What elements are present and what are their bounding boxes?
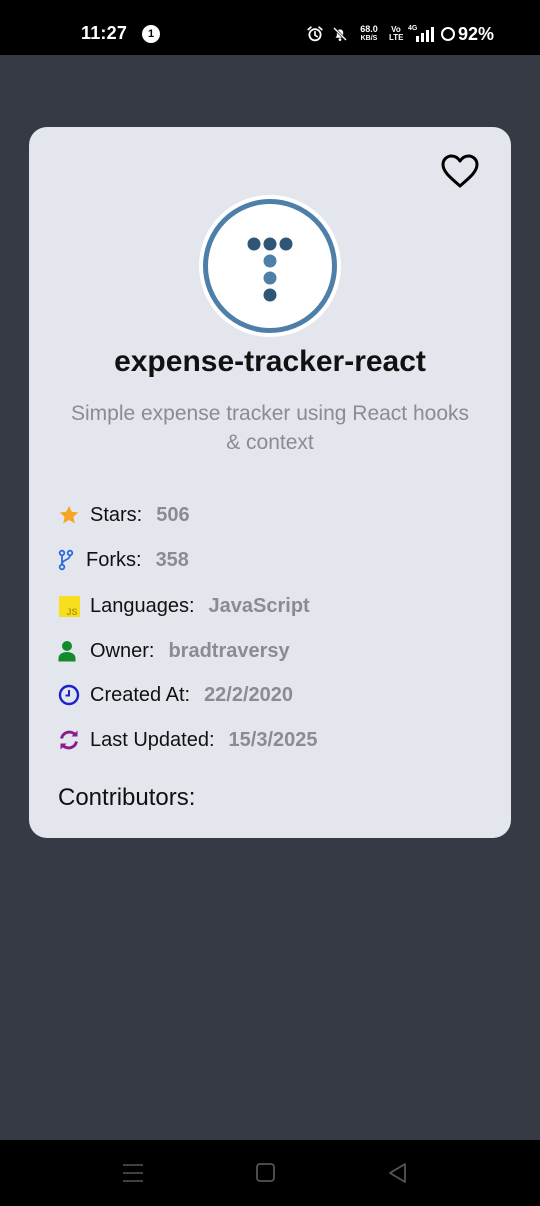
forks-value: 358 — [155, 548, 189, 571]
forks-row: Forks: 358 — [58, 545, 189, 575]
last-updated-label: Last Updated: — [90, 728, 215, 751]
javascript-icon: JS — [58, 595, 80, 617]
notification-count-badge: 1 — [142, 25, 160, 43]
languages-value: JavaScript — [208, 594, 310, 617]
stars-label: Stars: — [90, 503, 143, 526]
system-navigation-bar — [0, 1140, 540, 1206]
status-icons: 68.0 KB/S Vo LTE 4G 92% — [306, 23, 494, 45]
square-icon[interactable] — [254, 1161, 278, 1185]
status-bar: 11:27 1 68.0 KB/S Vo LTE 4G 92% — [0, 0, 540, 55]
network-speed: 68.0 KB/S — [356, 25, 382, 43]
network-type: 4G — [407, 25, 418, 32]
created-at-label: Created At: — [90, 683, 191, 706]
last-updated-value: 15/3/2025 — [228, 728, 318, 751]
stars-row: Stars: 506 — [58, 500, 190, 530]
created-at-value: 22/2/2020 — [204, 683, 294, 706]
languages-label: Languages: — [90, 594, 195, 617]
owner-value[interactable]: bradtraversy — [168, 640, 289, 663]
menu-lines-icon[interactable] — [121, 1161, 145, 1185]
last-updated-row: Last Updated: 15/3/2025 — [58, 725, 318, 755]
signal-strength-icon: 4G — [407, 25, 434, 42]
repo-name: expense-tracker-react — [114, 345, 426, 378]
battery-percentage: 92% — [457, 23, 494, 44]
battery-icon — [440, 27, 455, 41]
volte-bottom: LTE — [388, 33, 404, 42]
js-badge-text: JS — [66, 606, 78, 617]
heart-outline-icon[interactable] — [440, 153, 480, 189]
user-icon — [58, 640, 76, 662]
owner-label: Owner: — [90, 639, 155, 662]
repo-description: Simple expense tracker using React hooks… — [70, 402, 470, 454]
star-icon — [58, 504, 80, 526]
clock-time: 11:27 — [81, 23, 128, 43]
forks-label: Forks: — [86, 548, 142, 571]
alarm-icon — [307, 26, 323, 42]
avatar-ring — [203, 199, 337, 333]
contributors-heading: Contributors: — [58, 784, 196, 811]
repo-avatar — [199, 195, 341, 337]
clock-icon — [58, 684, 80, 706]
fork-icon — [58, 549, 74, 571]
stars-value: 506 — [156, 503, 190, 526]
volte-indicator: Vo LTE — [388, 26, 404, 42]
traversy-logo-icon — [247, 237, 293, 302]
triangle-back-icon[interactable] — [386, 1161, 410, 1185]
muted-bell-icon — [333, 27, 347, 41]
languages-row: JS Languages: JavaScript — [58, 591, 310, 621]
repo-card: expense-tracker-react Simple expense tra… — [29, 127, 511, 838]
network-speed-unit: KB/S — [360, 35, 378, 42]
created-at-row: Created At: 22/2/2020 — [58, 680, 293, 710]
network-speed-value: 68.0 — [360, 24, 378, 34]
sync-icon — [58, 729, 80, 751]
owner-row: Owner: bradtraversy — [58, 636, 290, 666]
